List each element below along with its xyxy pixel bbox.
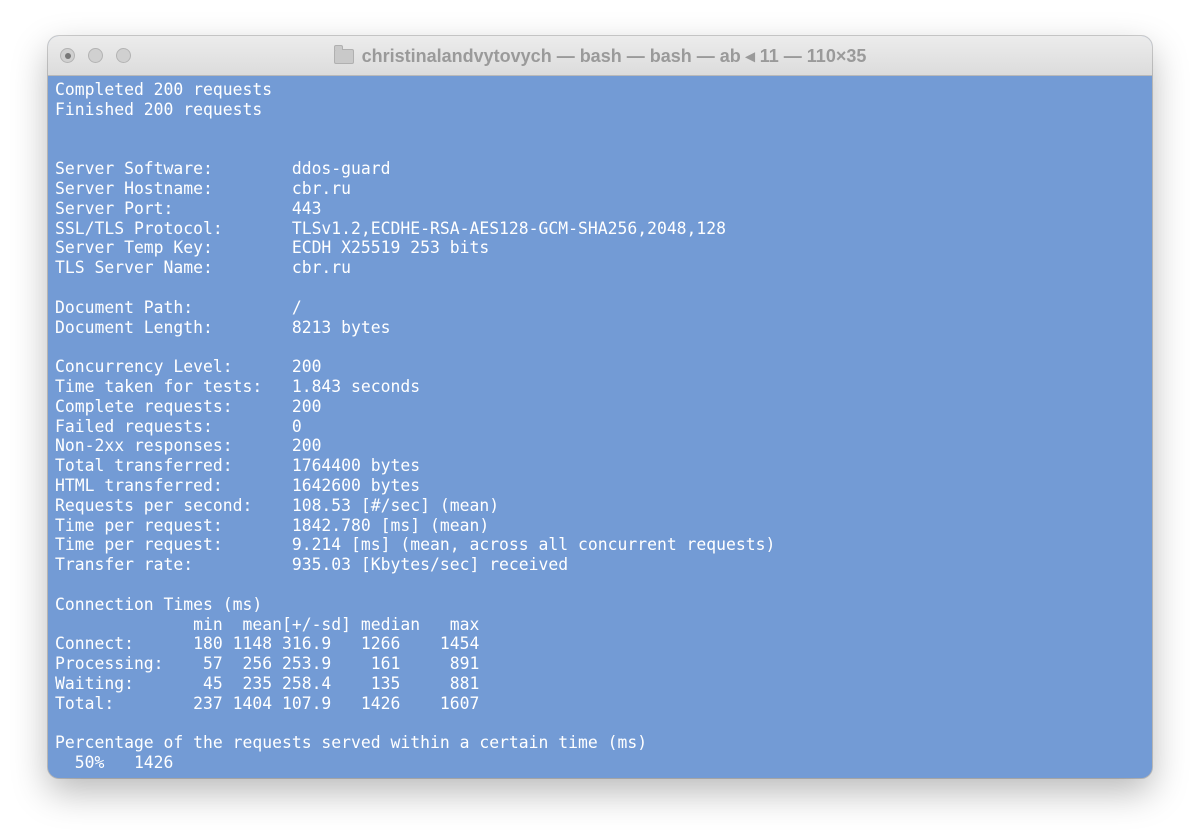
terminal-line: Transfer rate: 935.03 [Kbytes/sec] recei… [55,555,569,575]
terminal-line: Total transferred: 1764400 bytes [55,456,421,476]
window-title-text: christinalandvytovych — bash — bash — ab… [361,46,867,66]
terminal-line: Requests per second: 108.53 [#/sec] (mea… [55,495,500,515]
terminal-output[interactable]: Completed 200 requests Finished 200 requ… [48,76,1152,778]
terminal-line: Total: 237 1404 107.9 1426 1607 [55,693,480,713]
terminal-line: Time taken for tests: 1.843 seconds [55,376,421,396]
title-bar[interactable]: christinalandvytovych — bash — bash — ab… [48,36,1152,76]
terminal-line: Concurrency Level: 200 [55,357,322,377]
terminal-line: SSL/TLS Protocol: TLSv1.2,ECDHE-RSA-AES1… [55,218,727,238]
terminal-line: min mean[+/-sd] median max [55,614,480,634]
terminal-line: Server Software: ddos-guard [55,159,391,179]
terminal-line: Non-2xx responses: 200 [55,436,322,456]
terminal-line: HTML transferred: 1642600 bytes [55,475,421,495]
terminal-line: Document Path: / [55,297,302,317]
terminal-line: Time per request: 9.214 [ms] (mean, acro… [55,535,776,555]
terminal-line: TLS Server Name: cbr.ru [55,258,352,278]
terminal-line: Percentage of the requests served within… [55,733,648,753]
terminal-line: 50% 1426 [55,753,174,773]
terminal-window: christinalandvytovych — bash — bash — ab… [48,36,1152,778]
terminal-line: Waiting: 45 235 258.4 135 881 [55,673,480,693]
terminal-line: Processing: 57 256 253.9 161 891 [55,654,480,674]
terminal-line: Document Length: 8213 bytes [55,317,391,337]
terminal-line: Time per request: 1842.780 [ms] (mean) [55,515,490,535]
terminal-line: Server Port: 443 [55,198,322,218]
terminal-line: Failed requests: 0 [55,416,302,436]
terminal-line: Completed 200 requests [55,80,273,99]
window-title: christinalandvytovych — bash — bash — ab… [48,36,1152,76]
terminal-line: Server Temp Key: ECDH X25519 253 bits [55,238,490,258]
terminal-line: Complete requests: 200 [55,396,322,416]
terminal-line: Finished 200 requests [55,99,263,119]
terminal-line: Server Hostname: cbr.ru [55,178,352,198]
terminal-line: Connect: 180 1148 316.9 1266 1454 [55,634,480,654]
folder-icon [333,45,354,64]
terminal-line: Connection Times (ms) [55,594,263,614]
